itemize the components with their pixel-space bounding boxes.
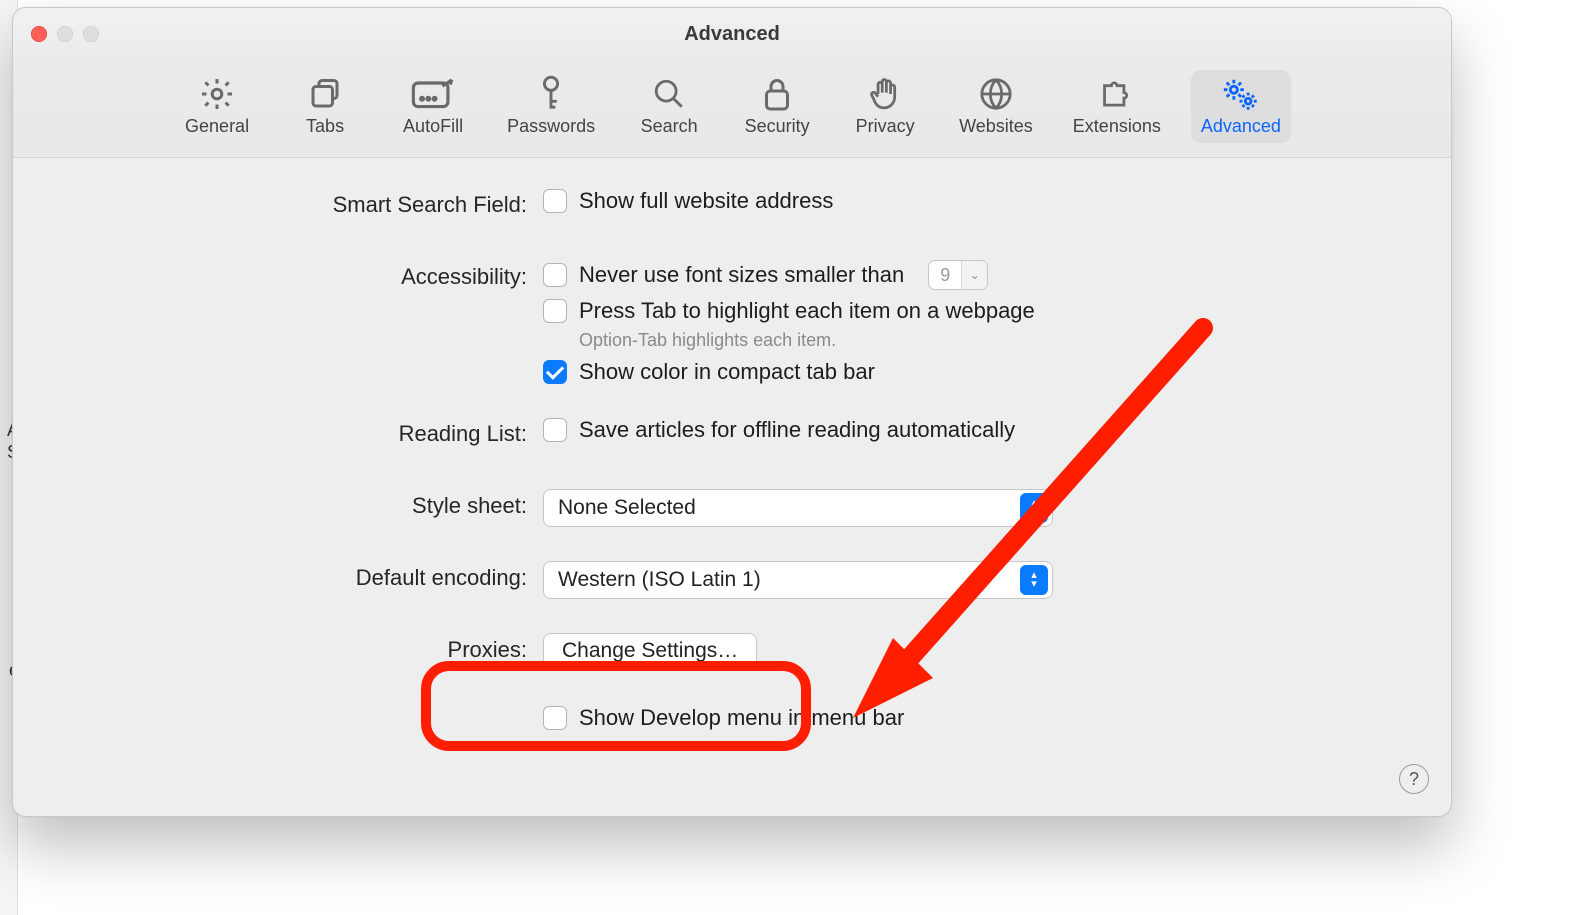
tab-label: General	[185, 116, 249, 137]
lock-icon	[762, 74, 792, 114]
tab-label: Tabs	[306, 116, 344, 137]
globe-icon	[979, 74, 1013, 114]
popup-arrows-icon	[1020, 493, 1048, 523]
compact-color-label: Show color in compact tab bar	[579, 359, 875, 385]
tab-privacy[interactable]: Privacy	[841, 70, 929, 143]
advanced-pane: Smart Search Field: Show full website ad…	[13, 158, 1451, 745]
title-bar: Advanced	[13, 8, 1451, 60]
tab-autofill[interactable]: AutoFill	[389, 70, 477, 143]
default-encoding-popup[interactable]: Western (ISO Latin 1)	[543, 561, 1053, 599]
min-font-size-checkbox[interactable]	[543, 263, 567, 287]
chevron-down-icon[interactable]: ⌄	[961, 261, 987, 289]
hand-icon	[868, 74, 902, 114]
min-font-size-stepper[interactable]: 9 ⌄	[928, 260, 988, 290]
tab-advanced[interactable]: Advanced	[1191, 70, 1291, 143]
style-sheet-value: None Selected	[558, 496, 696, 520]
press-tab-hint: Option-Tab highlights each item.	[579, 330, 1451, 351]
puzzle-icon	[1099, 74, 1135, 114]
tab-label: Advanced	[1201, 116, 1281, 137]
default-encoding-label: Default encoding:	[13, 561, 543, 591]
tab-label: Extensions	[1073, 116, 1161, 137]
autofill-icon	[411, 74, 455, 114]
show-full-url-label: Show full website address	[579, 188, 833, 214]
proxies-label: Proxies:	[13, 633, 543, 663]
gears-icon	[1221, 74, 1261, 114]
min-font-size-label: Never use font sizes smaller than	[579, 262, 904, 288]
search-icon	[652, 74, 686, 114]
tab-label: Security	[745, 116, 810, 137]
tabs-icon	[307, 74, 343, 114]
show-develop-checkbox[interactable]	[543, 706, 567, 730]
default-encoding-value: Western (ISO Latin 1)	[558, 568, 761, 592]
window-title: Advanced	[13, 23, 1451, 46]
compact-color-checkbox[interactable]	[543, 360, 567, 384]
gear-icon	[199, 74, 235, 114]
tab-label: Passwords	[507, 116, 595, 137]
tab-label: Search	[641, 116, 698, 137]
press-tab-checkbox[interactable]	[543, 299, 567, 323]
change-settings-button[interactable]: Change Settings…	[543, 633, 757, 669]
tab-passwords[interactable]: Passwords	[497, 70, 605, 143]
style-sheet-popup[interactable]: None Selected	[543, 489, 1053, 527]
tab-label: AutoFill	[403, 116, 463, 137]
offline-reading-checkbox[interactable]	[543, 418, 567, 442]
preferences-window: Advanced General Tabs AutoFill Passwords	[12, 7, 1452, 817]
tab-general[interactable]: General	[173, 70, 261, 143]
show-full-url-checkbox[interactable]	[543, 189, 567, 213]
preferences-toolbar: General Tabs AutoFill Passwords Search	[13, 60, 1451, 158]
tab-label: Privacy	[856, 116, 915, 137]
show-develop-label: Show Develop menu in menu bar	[579, 705, 904, 731]
tab-label: Websites	[959, 116, 1033, 137]
accessibility-label: Accessibility:	[13, 260, 543, 290]
key-icon	[536, 74, 566, 114]
tab-websites[interactable]: Websites	[949, 70, 1043, 143]
press-tab-label: Press Tab to highlight each item on a we…	[579, 298, 1035, 324]
tab-extensions[interactable]: Extensions	[1063, 70, 1171, 143]
reading-list-label: Reading List:	[13, 417, 543, 447]
tab-search[interactable]: Search	[625, 70, 713, 143]
smart-search-label: Smart Search Field:	[13, 188, 543, 218]
offline-reading-label: Save articles for offline reading automa…	[579, 417, 1015, 443]
help-button[interactable]: ?	[1399, 764, 1429, 794]
min-font-size-value: 9	[929, 261, 961, 289]
tab-tabs[interactable]: Tabs	[281, 70, 369, 143]
style-sheet-label: Style sheet:	[13, 489, 543, 519]
tab-security[interactable]: Security	[733, 70, 821, 143]
popup-arrows-icon	[1020, 565, 1048, 595]
